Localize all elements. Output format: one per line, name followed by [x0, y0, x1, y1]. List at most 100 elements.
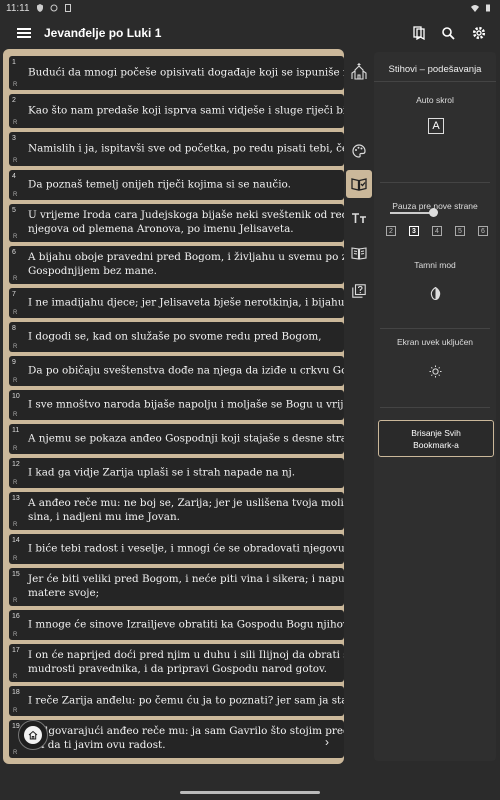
- verse-text: I kad ga vidje Zarija uplaši se i strah …: [28, 466, 296, 479]
- verse-number: 4: [12, 173, 16, 180]
- screen-on-label: Ekran uvek uključen: [396, 337, 474, 347]
- verse-marker: R: [13, 82, 18, 88]
- verse-number: 2: [12, 97, 16, 104]
- home-button[interactable]: [18, 720, 48, 750]
- verse-number: 16: [12, 613, 20, 620]
- verse-number: 15: [12, 571, 20, 578]
- reading-mode-icon[interactable]: [346, 170, 372, 198]
- verse-text: A njemu se pokaza anđeo Gospodnji koji s…: [28, 432, 344, 445]
- verse-text: Jer će biti veliki pred Bogom, i neće pi…: [28, 573, 344, 585]
- verse-item[interactable]: 14 R I biće tebi radost i veselje, i mnogi…: [9, 534, 344, 564]
- verse-text: I on će naprijed doći pred njim u duhu i…: [28, 649, 344, 661]
- verse-item[interactable]: 16 R I mnoge će sinove Izrailjeve obratiti…: [9, 610, 344, 640]
- dark-mode-icon[interactable]: [429, 287, 442, 300]
- delete-button-line1: Brisanje Svih: [411, 427, 461, 438]
- bookmarks-icon[interactable]: [413, 26, 425, 40]
- verse-number: 9: [12, 359, 16, 366]
- verse-number: 1: [12, 59, 16, 66]
- verse-list[interactable]: 1 R Budući da mnogi počeše opisivati događ…: [3, 49, 344, 764]
- palette-icon[interactable]: [346, 137, 372, 165]
- verse-text: Da poznaš temelj onijeh riječi kojima si…: [28, 178, 291, 191]
- auto-scroll-icon[interactable]: A: [428, 118, 444, 134]
- home-icon: [28, 730, 38, 740]
- verse-text: I dogodi se, kad on služaše po svome red…: [28, 330, 322, 343]
- gesture-nav-bar[interactable]: [180, 791, 320, 794]
- verse-marker: R: [13, 234, 18, 240]
- brightness-icon[interactable]: [429, 365, 442, 378]
- verse-item[interactable]: 2 R Kao što nam predaše koji isprva sami v…: [9, 94, 344, 128]
- wifi-icon: [471, 5, 479, 12]
- verse-item[interactable]: 4 R Da poznaš temelj onijeh riječi kojima …: [9, 170, 344, 200]
- dark-mode-label: Tamni mod: [414, 260, 456, 270]
- verse-number: 8: [12, 325, 16, 332]
- quiz-icon[interactable]: [346, 277, 372, 305]
- verse-text: Namislih i ja, ispitavši sve od početka,…: [28, 142, 344, 155]
- app-bar: Jevanđelje po Luki 1: [0, 16, 500, 50]
- verse-marker: R: [13, 598, 18, 604]
- verse-number: 14: [12, 537, 20, 544]
- pause-option-3[interactable]: 3: [409, 226, 419, 236]
- status-bar: 11:11: [0, 0, 500, 16]
- text-size-icon[interactable]: [346, 204, 372, 232]
- verse-item[interactable]: 17 R I on će naprijed doći pred njim u duh…: [9, 644, 344, 682]
- page-title: Jevanđelje po Luki 1: [44, 26, 162, 40]
- side-toolbar: [346, 49, 372, 764]
- verse-item[interactable]: 7 R I ne imadijahu djece; jer Jelisaveta b…: [9, 288, 344, 318]
- verse-text-continued: njegova od plemena Aronova, po imenu Jel…: [28, 223, 294, 235]
- verse-text: Da po običaju sveštenstva dođe na njega …: [28, 364, 344, 377]
- verse-item[interactable]: 1 R Budući da mnogi počeše opisivati događ…: [9, 56, 344, 90]
- verse-number: 5: [12, 207, 16, 214]
- verse-item[interactable]: 8 R I dogodi se, kad on služaše po svome r…: [9, 322, 344, 352]
- verse-number: 18: [12, 689, 20, 696]
- verse-text: I biće tebi radost i veselje, i mnogi će…: [28, 542, 344, 555]
- book-icon[interactable]: [346, 239, 372, 267]
- verse-marker: R: [13, 446, 18, 452]
- verse-number: 6: [12, 249, 16, 256]
- verse-text: A anđeo reče mu: ne boj se, Zarija; jer …: [28, 497, 344, 509]
- status-time: 11:11: [6, 2, 30, 14]
- verse-number: 13: [12, 495, 20, 502]
- auto-scroll-label: Auto skrol: [416, 95, 454, 105]
- pause-label: Pauza pre nove strane: [392, 201, 478, 211]
- verse-item[interactable]: 9 R Da po običaju sveštenstva dođe na njeg…: [9, 356, 344, 386]
- verse-item[interactable]: 19RI odgovarajući anđeo reče mu: ja sam …: [9, 720, 344, 758]
- verse-number: 17: [12, 647, 20, 654]
- verse-marker: R: [13, 708, 18, 714]
- verse-marker: R: [13, 378, 18, 384]
- chevron-right-icon[interactable]: ›: [325, 735, 329, 749]
- verse-number: 12: [12, 461, 20, 468]
- settings-title: Stihovi – podešavanja: [374, 52, 496, 82]
- delete-all-bookmarks-button[interactable]: Brisanje Svih Bookmark-a: [378, 420, 494, 457]
- verse-item[interactable]: 18 R I reče Zarija anđelu: po čemu ću ja t…: [9, 686, 344, 716]
- pause-options: 2 3 4 5 6: [386, 226, 488, 236]
- verse-marker: R: [13, 522, 18, 528]
- verse-item[interactable]: 13 R A anđeo reče mu: ne boj se, Zarija; j…: [9, 492, 344, 530]
- verse-text: I sve mnoštvo naroda bijaše napolju i mo…: [28, 398, 344, 411]
- verse-item[interactable]: 6 R A bijahu oboje pravedni pred Bogom, i …: [9, 246, 344, 284]
- verse-marker: R: [13, 632, 18, 638]
- search-icon[interactable]: [442, 26, 455, 40]
- auto-scroll-slider-track[interactable]: [390, 212, 434, 214]
- verse-item[interactable]: 15 R Jer će biti veliki pred Bogom, i neće…: [9, 568, 344, 606]
- pause-option-5[interactable]: 5: [455, 226, 465, 236]
- divider: [380, 328, 490, 329]
- verse-item[interactable]: 11 R A njemu se pokaza anđeo Gospodnji koj…: [9, 424, 344, 454]
- verse-item[interactable]: 3 R Namislih i ja, ispitavši sve od početk…: [9, 132, 344, 166]
- verse-text: A bijahu oboje pravedni pred Bogom, i ži…: [28, 251, 344, 263]
- verse-text-continued: sina, i nadjeni mu ime Jovan.: [28, 511, 180, 523]
- pause-option-4[interactable]: 4: [432, 226, 442, 236]
- church-icon[interactable]: [346, 57, 372, 85]
- verse-item[interactable]: 10 R I sve mnoštvo naroda bijaše napolju i…: [9, 390, 344, 420]
- shield-icon: [36, 4, 43, 12]
- pause-option-6[interactable]: 6: [478, 226, 488, 236]
- gear-icon[interactable]: [472, 26, 486, 40]
- verse-item[interactable]: 12 R I kad ga vidje Zarija uplaši se i str…: [9, 458, 344, 488]
- verse-text: Kao što nam predaše koji isprva sami vid…: [28, 104, 344, 117]
- pause-option-2[interactable]: 2: [386, 226, 396, 236]
- verse-text: I reče Zarija anđelu: po čemu ću ja to p…: [28, 694, 344, 707]
- verse-text-continued: mudrosti pravednika, i da pripravi Gospo…: [28, 663, 327, 675]
- menu-icon[interactable]: [17, 28, 31, 38]
- verse-item[interactable]: 5 R U vrijeme Iroda cara Judejskoga bijaše…: [9, 204, 344, 242]
- verse-marker: R: [13, 412, 18, 418]
- verse-number: 7: [12, 291, 16, 298]
